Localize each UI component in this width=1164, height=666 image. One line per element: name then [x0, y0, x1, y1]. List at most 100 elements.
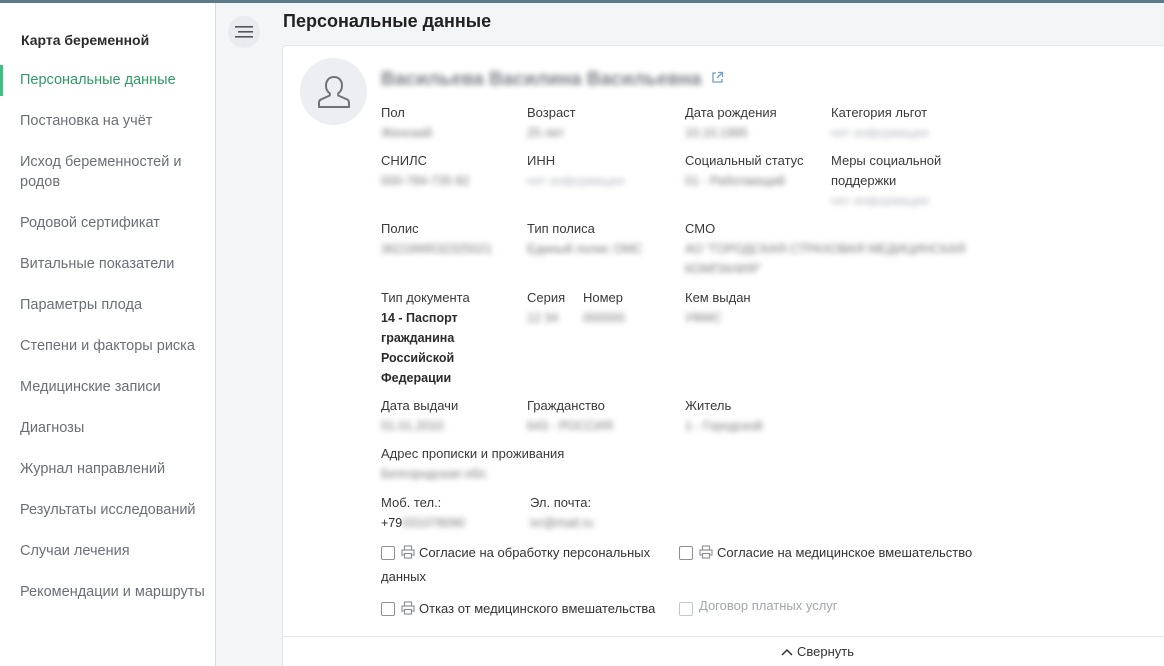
field-inn: ИНН нет информации [527, 151, 624, 191]
field-value: Женский [381, 126, 432, 140]
field-value: нет информации [831, 126, 929, 140]
collapse-button[interactable]: Свернуть [781, 644, 854, 659]
field-policy: Полис 3621999532325021 [381, 219, 492, 259]
sidebar-item-referrals[interactable]: Журнал направлений [0, 449, 215, 490]
paid-services-label[interactable]: Договор платных услуг [699, 596, 838, 616]
refusal-checkbox[interactable] [381, 602, 395, 616]
sidebar: Карта беременной Персональные данные Пос… [0, 3, 216, 666]
field-label: Моб. тел.: [381, 495, 442, 510]
field-benefits: Категория льгот нет информации [831, 103, 928, 143]
sidebar-item-birth-certificate[interactable]: Родовой сертификат [0, 203, 215, 244]
field-label: Социальный статус [685, 153, 804, 168]
field-age: Возраст 25 лет [527, 103, 576, 143]
field-label: Категория льгот [831, 105, 928, 120]
user-icon [317, 75, 350, 108]
printer-icon[interactable] [401, 601, 415, 618]
field-label: Пол [381, 105, 405, 120]
printer-icon[interactable] [401, 545, 415, 562]
field-citizenship: Гражданство 643 - РОССИЯ [527, 396, 613, 436]
field-label: ИНН [527, 153, 556, 168]
field-value: Единый полис ОМС [527, 242, 643, 256]
sidebar-item-test-results[interactable]: Результаты исследований [0, 490, 215, 531]
field-value: 01 - Работающий [685, 174, 785, 188]
field-label: Кем выдан [685, 290, 751, 305]
sidebar-item-fetal-parameters[interactable]: Параметры плода [0, 285, 215, 326]
field-label: Меры социальной поддержки [831, 153, 942, 188]
field-social-status: Социальный статус 01 - Работающий [685, 151, 804, 191]
sidebar-item-medical-records[interactable]: Медицинские записи [0, 367, 215, 408]
page-title: Персональные данные [283, 11, 492, 31]
sidebar-item-risk-factors[interactable]: Степени и факторы риска [0, 326, 215, 367]
field-resident: Житель 1 - Городской [685, 396, 763, 436]
patient-name: Васильева Василина Васильевна [381, 69, 702, 90]
divider [283, 636, 1164, 637]
consent-personal-data-checkbox[interactable] [381, 546, 395, 560]
field-label: Житель [685, 398, 732, 413]
external-link-icon[interactable] [711, 71, 724, 87]
field-policy-type: Тип полиса Единый полис ОМС [527, 219, 643, 259]
sidebar-item-personal-data[interactable]: Персональные данные [0, 60, 215, 101]
field-label: Возраст [527, 105, 576, 120]
personal-data-card: Васильева Василина Васильевна Пол Женски… [282, 45, 1164, 666]
consent-personal-data-label-cont[interactable]: данных [381, 567, 426, 587]
chevron-up-icon [781, 648, 793, 656]
field-address: Адрес прописки и проживания Белгородская… [381, 444, 564, 484]
field-value: 25 лет [527, 126, 564, 140]
sidebar-title: Карта беременной [21, 32, 150, 48]
field-value: 01.01.2010 [381, 419, 444, 433]
field-label: Дата рождения [685, 105, 777, 120]
sidebar-item-vitals[interactable]: Витальные показатели [0, 244, 215, 285]
consent-medical-intervention-label[interactable]: Согласие на медицинское вмешательство [717, 543, 972, 563]
field-value: 3621999532325021 [381, 242, 493, 256]
field-value: 14 - Паспорт гражданина Российской Федер… [381, 311, 458, 385]
field-value: УФМС [685, 311, 722, 325]
consent-medical-intervention-checkbox[interactable] [679, 546, 693, 560]
field-mobile: Моб. тел.: +79031078090 [381, 493, 465, 533]
consent-personal-data-label[interactable]: Согласие на обработку персональных [419, 543, 650, 563]
field-smo: СМО АО "ГОРОДСКАЯ СТРАХОВАЯ МЕДИЦИНСКАЯ … [685, 219, 985, 279]
avatar [300, 58, 367, 125]
field-label: Дата выдачи [381, 398, 459, 413]
phone-prefix: +79 [381, 516, 403, 530]
menu-toggle-button[interactable] [228, 16, 260, 48]
field-gender: Пол Женский [381, 103, 432, 143]
field-issued-by: Кем выдан УФМС [685, 288, 751, 328]
field-label: Эл. почта: [530, 495, 592, 510]
field-value: 000000 [583, 311, 625, 325]
field-doc-number: Номер 000000 [583, 288, 625, 328]
field-issue-date: Дата выдачи 01.01.2010 [381, 396, 458, 436]
field-value: АО "ГОРОДСКАЯ СТРАХОВАЯ МЕДИЦИНСКАЯ КОМП… [685, 242, 966, 276]
field-value: 10.10.1995 [685, 126, 748, 140]
field-label: СНИЛС [381, 153, 428, 168]
field-value: Белгородская обл. [381, 467, 489, 481]
field-doc-series: Серия 12 34 [527, 288, 565, 328]
field-label: СМО [685, 221, 716, 236]
field-label: Адрес прописки и проживания [381, 446, 565, 461]
sidebar-item-treatment-cases[interactable]: Случаи лечения [0, 531, 215, 572]
field-value: нет информации [527, 174, 625, 188]
field-value: 643 - РОССИЯ [527, 419, 613, 433]
field-birth-date: Дата рождения 10.10.1995 [685, 103, 777, 143]
refusal-label[interactable]: Отказ от медицинского вмешательства [419, 599, 655, 619]
field-value: 12 34 [527, 311, 559, 325]
field-label: Серия [527, 290, 566, 305]
field-label: Номер [583, 290, 624, 305]
hamburger-icon [235, 26, 253, 38]
sidebar-item-registration[interactable]: Постановка на учёт [0, 101, 215, 142]
phone-number: 031078090 [402, 516, 465, 530]
field-email: Эл. почта: ivr@mail.ru [530, 493, 593, 533]
field-social-support: Меры социальной поддержки нет информации [831, 151, 971, 211]
sidebar-item-recommendations[interactable]: Рекомендации и маршруты [0, 572, 215, 613]
field-label: Гражданство [527, 398, 605, 413]
sidebar-item-diagnoses[interactable]: Диагнозы [0, 408, 215, 449]
paid-services-checkbox[interactable] [679, 602, 693, 616]
field-doc-type: Тип документа 14 - Паспорт гражданина Ро… [381, 288, 501, 388]
printer-icon[interactable] [699, 545, 713, 562]
field-label: Тип полиса [527, 221, 595, 236]
sidebar-nav: Персональные данные Постановка на учёт И… [0, 60, 215, 613]
field-value: ivr@mail.ru [530, 516, 594, 530]
field-label: Тип документа [381, 290, 470, 305]
collapse-label: Свернуть [797, 644, 855, 659]
field-snils: СНИЛС 000-784-735 82 [381, 151, 469, 191]
sidebar-item-pregnancy-outcome[interactable]: Исход беременностей и родов [0, 142, 215, 203]
